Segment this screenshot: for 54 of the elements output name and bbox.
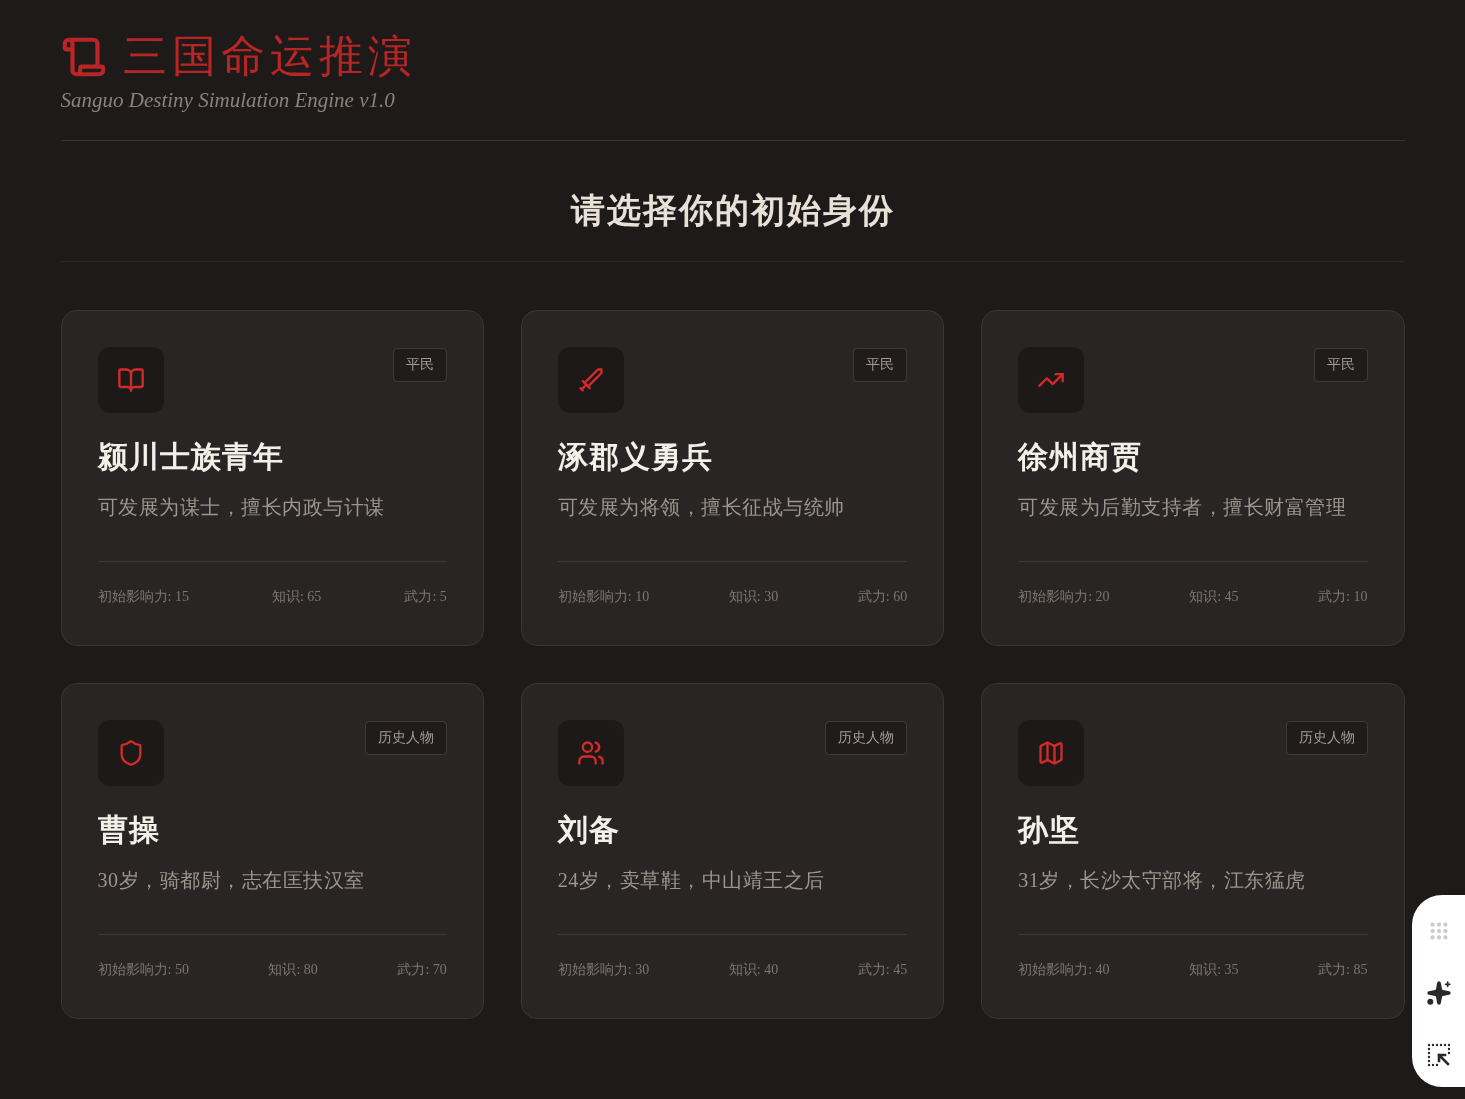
identity-description: 可发展为后勤支持者，擅长财富管理 bbox=[1018, 495, 1348, 520]
stat-text: 武力: 10 bbox=[1318, 588, 1368, 606]
grip-icon[interactable] bbox=[1427, 920, 1450, 942]
identity-card[interactable]: 平民 徐州商贾 可发展为后勤支持者，擅长财富管理 初始影响力: 20 知识: 45 武力: 10 bbox=[981, 310, 1405, 646]
identity-card[interactable]: 历史人物 孙坚 31岁，长沙太守部将，江东猛虎 初始影响力: 40 知识: 35 武力: 85 bbox=[981, 683, 1405, 1019]
app-subtitle: Sanguo Destiny Simulation Engine v1.0 bbox=[60, 87, 396, 114]
stat-text: 知识: 35 bbox=[1189, 961, 1239, 979]
stat-text: 知识: 45 bbox=[1189, 588, 1239, 606]
stat-text: 初始影响力: 50 bbox=[97, 961, 189, 979]
stat-text: 知识: 80 bbox=[268, 961, 318, 979]
stat-text: 知识: 40 bbox=[728, 961, 779, 979]
stat-text: 武力: 85 bbox=[1318, 961, 1368, 979]
map-icon bbox=[1018, 720, 1085, 786]
shield-icon bbox=[97, 720, 164, 786]
stat-text: 武力: 60 bbox=[857, 588, 908, 606]
stat-text: 知识: 30 bbox=[728, 588, 779, 606]
trend-up-icon bbox=[1018, 347, 1085, 413]
identity-name: 刘备 bbox=[557, 812, 621, 848]
identity-name: 徐州商贾 bbox=[1018, 439, 1144, 475]
stat-text: 初始影响力: 15 bbox=[97, 588, 189, 606]
identity-description: 31岁，长沙太守部将，江东猛虎 bbox=[1018, 868, 1307, 893]
identity-name: 涿郡义勇兵 bbox=[557, 439, 714, 475]
select-region-icon[interactable] bbox=[1426, 1043, 1451, 1067]
identity-tag: 平民 bbox=[853, 348, 908, 382]
book-icon bbox=[97, 347, 164, 413]
identity-description: 30岁，骑都尉，志在匡扶汉室 bbox=[97, 868, 366, 893]
identity-tag: 历史人物 bbox=[825, 721, 908, 755]
section-heading: 请选择你的初始身份 bbox=[570, 191, 895, 231]
app-title: 三国命运推演 bbox=[122, 32, 417, 82]
identity-name: 曹操 bbox=[97, 812, 161, 848]
identity-tag: 平民 bbox=[1313, 348, 1368, 382]
identity-tag: 历史人物 bbox=[1285, 721, 1368, 755]
identity-description: 可发展为谋士，擅长内政与计谋 bbox=[97, 495, 386, 520]
stat-text: 初始影响力: 20 bbox=[1018, 588, 1110, 606]
sparkles-icon[interactable] bbox=[1425, 979, 1452, 1006]
sword-icon bbox=[557, 347, 624, 413]
stat-text: 初始影响力: 30 bbox=[557, 961, 650, 979]
identity-card[interactable]: 平民 颍川士族青年 可发展为谋士，擅长内政与计谋 初始影响力: 15 知识: 65 武力: 5 bbox=[60, 310, 484, 646]
identity-card[interactable]: 历史人物 刘备 24岁，卖草鞋，中山靖王之后 初始影响力: 30 知识: 40 武力: 45 bbox=[520, 683, 945, 1019]
identity-description: 可发展为将领，擅长征战与统帅 bbox=[557, 495, 846, 520]
identity-card[interactable]: 平民 涿郡义勇兵 可发展为将领，擅长征战与统帅 初始影响力: 10 知识: 30 武力: 60 bbox=[520, 310, 945, 646]
identity-name: 孙坚 bbox=[1018, 812, 1082, 848]
stat-text: 初始影响力: 10 bbox=[557, 588, 650, 606]
identity-name: 颍川士族青年 bbox=[97, 439, 285, 475]
identity-card[interactable]: 历史人物 曹操 30岁，骑都尉，志在匡扶汉室 初始影响力: 50 知识: 80 武力: 70 bbox=[60, 683, 484, 1019]
stat-text: 知识: 65 bbox=[271, 588, 322, 606]
identity-tag: 历史人物 bbox=[364, 721, 447, 755]
identity-tag: 平民 bbox=[392, 348, 447, 382]
stat-text: 武力: 45 bbox=[857, 961, 908, 979]
identity-description: 24岁，卖草鞋，中山靖王之后 bbox=[557, 868, 826, 893]
stat-text: 武力: 70 bbox=[397, 961, 447, 979]
stat-text: 武力: 5 bbox=[404, 588, 447, 606]
stat-text: 初始影响力: 40 bbox=[1018, 961, 1110, 979]
people-icon bbox=[557, 720, 624, 786]
